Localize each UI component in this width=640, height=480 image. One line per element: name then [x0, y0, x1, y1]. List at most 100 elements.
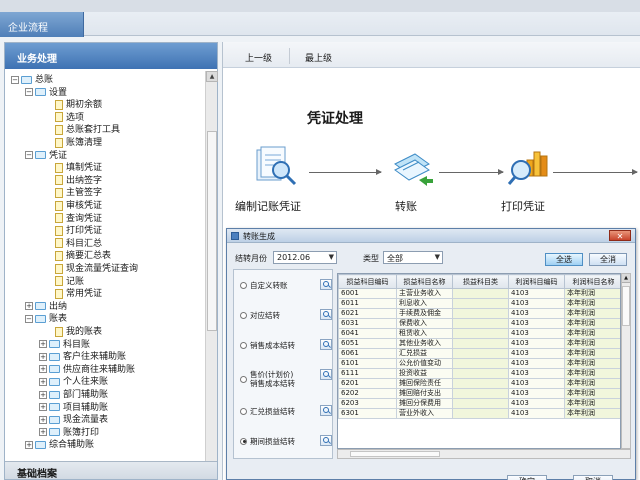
magnifier-chart-icon[interactable]: [507, 144, 551, 190]
radio-icon[interactable]: [240, 375, 247, 383]
tree-item[interactable]: + 客户往来辅助账: [39, 351, 126, 363]
table-row[interactable]: 6001 主营业务收入 4103 本年利润: [338, 288, 620, 299]
tree-item[interactable]: 摘要汇总表: [39, 250, 111, 262]
tree-item[interactable]: 记账: [39, 276, 84, 288]
table-row[interactable]: 6301 营业外收入 4103 本年利润: [338, 408, 620, 419]
prev-level-button[interactable]: 上一级: [245, 51, 272, 64]
step-label-print-voucher[interactable]: 打印凭证: [501, 198, 545, 214]
search-icon[interactable]: [320, 435, 332, 446]
tree-item[interactable]: 常用凭证: [39, 288, 102, 300]
column-header[interactable]: 损益科目名称: [396, 274, 453, 289]
radio-icon[interactable]: [240, 341, 247, 349]
search-icon[interactable]: [320, 309, 332, 320]
expand-icon[interactable]: +: [39, 428, 47, 437]
tree-item[interactable]: 审核凭证: [39, 200, 102, 212]
tree-item[interactable]: + 供应商往来辅助账: [39, 364, 135, 376]
transfer-option[interactable]: 售价(计划价) 销售成本结转: [240, 370, 295, 388]
table-row[interactable]: 6101 公允价值变动 4103 本年利润: [338, 358, 620, 369]
table-row[interactable]: 6051 其他业务收入 4103 本年利润: [338, 338, 620, 349]
tree-item[interactable]: 查询凭证: [39, 213, 102, 225]
expand-icon[interactable]: +: [39, 415, 47, 424]
scroll-up-icon[interactable]: ▲: [622, 274, 630, 283]
type-select[interactable]: 全部 ▼: [383, 251, 443, 264]
expand-icon[interactable]: +: [25, 440, 33, 449]
transfer-option[interactable]: 对应结转: [240, 310, 280, 320]
column-header[interactable]: 损益科目编码: [338, 274, 397, 289]
tree-item[interactable]: + 项目辅助账: [39, 402, 108, 414]
top-level-button[interactable]: 最上级: [305, 51, 332, 64]
tree-item[interactable]: 科目汇总: [39, 238, 102, 250]
tree-item[interactable]: − 设置: [25, 87, 67, 99]
expand-icon[interactable]: +: [39, 352, 47, 361]
collapse-icon[interactable]: −: [25, 314, 33, 323]
search-icon[interactable]: [320, 369, 332, 380]
collapse-icon[interactable]: −: [25, 151, 33, 160]
collapse-icon[interactable]: −: [25, 88, 33, 97]
search-icon[interactable]: [320, 339, 332, 350]
basic-archive-header[interactable]: 基础档案: [5, 461, 217, 480]
step-label-create-voucher[interactable]: 编制记账凭证: [235, 198, 301, 214]
table-row[interactable]: 6041 租赁收入 4103 本年利润: [338, 328, 620, 339]
magnifier-document-icon[interactable]: [253, 146, 301, 192]
transfer-option[interactable]: 期间损益结转: [240, 436, 295, 446]
tree-scrollbar[interactable]: ▲: [205, 71, 218, 479]
cancel-button[interactable]: 取消: [573, 475, 613, 480]
transfer-document-icon[interactable]: [389, 146, 435, 190]
table-row[interactable]: 6203 摊回分保费用 4103 本年利润: [338, 398, 620, 409]
step-label-transfer[interactable]: 转账: [395, 198, 417, 214]
tree-item[interactable]: 总账套打工具: [39, 124, 120, 136]
tree-item[interactable]: 账簿清理: [39, 137, 102, 149]
ok-button[interactable]: 确定: [507, 475, 547, 480]
transfer-option[interactable]: 销售成本结转: [240, 340, 295, 350]
search-icon[interactable]: [320, 405, 332, 416]
table-row[interactable]: 6111 投资收益 4103 本年利润: [338, 368, 620, 379]
tree-item[interactable]: + 部门辅助账: [39, 389, 108, 401]
tree-item[interactable]: 现金流量凭证查询: [39, 263, 138, 275]
dialog-titlebar[interactable]: 转账生成 ✕: [227, 229, 635, 243]
scroll-thumb[interactable]: [622, 286, 630, 326]
tree-item[interactable]: + 现金流量表: [39, 414, 108, 426]
expand-icon[interactable]: +: [39, 377, 47, 386]
transfer-option[interactable]: 汇兑损益结转: [240, 406, 295, 416]
tree-item[interactable]: + 账簿打印: [39, 427, 99, 439]
tree-item[interactable]: 出纳签字: [39, 175, 102, 187]
expand-icon[interactable]: +: [39, 340, 47, 349]
column-header[interactable]: 损益科目类: [452, 274, 509, 289]
tab-enterprise-flow[interactable]: 企业流程: [0, 12, 84, 37]
table-row[interactable]: 6021 手续费及佣金 4103 本年利润: [338, 308, 620, 319]
month-select[interactable]: 2012.06 ▼: [273, 251, 337, 264]
tree-item[interactable]: + 科目账: [39, 339, 90, 351]
table-row[interactable]: 6031 保费收入 4103 本年利润: [338, 318, 620, 329]
grid-vertical-scrollbar[interactable]: ▲: [621, 273, 631, 449]
expand-icon[interactable]: +: [25, 302, 33, 311]
table-row[interactable]: 6011 利息收入 4103 本年利润: [338, 298, 620, 309]
grid-horizontal-scrollbar[interactable]: [337, 449, 631, 459]
tree-item[interactable]: 填制凭证: [39, 162, 102, 174]
transfer-option[interactable]: 自定义转账: [240, 280, 288, 290]
table-row[interactable]: 6201 摊回保险责任 4103 本年利润: [338, 378, 620, 389]
tree-item[interactable]: + 个人往来账: [39, 376, 108, 388]
radio-icon[interactable]: [240, 281, 247, 289]
column-header[interactable]: 利润科目编码: [508, 274, 565, 289]
radio-icon[interactable]: [240, 437, 247, 445]
column-header[interactable]: 利润科目名称: [564, 274, 620, 289]
tree-item[interactable]: 主管签字: [39, 187, 102, 199]
close-icon[interactable]: ✕: [609, 230, 631, 241]
expand-icon[interactable]: +: [39, 390, 47, 399]
tree-item[interactable]: 期初余额: [39, 99, 102, 111]
tree-item[interactable]: − 凭证: [25, 150, 67, 162]
tree-item[interactable]: 选项: [39, 112, 84, 124]
select-all-button[interactable]: 全选: [545, 253, 583, 266]
tree-item[interactable]: + 出纳: [25, 301, 67, 313]
collapse-icon[interactable]: −: [11, 75, 19, 84]
scroll-thumb[interactable]: [207, 131, 217, 331]
deselect-all-button[interactable]: 全消: [589, 253, 627, 266]
tree-item[interactable]: + 综合辅助账: [25, 439, 94, 451]
scroll-up-icon[interactable]: ▲: [206, 71, 218, 82]
radio-icon[interactable]: [240, 311, 247, 319]
table-row[interactable]: 6061 汇兑损益 4103 本年利润: [338, 348, 620, 359]
radio-icon[interactable]: [240, 407, 247, 415]
tree-item[interactable]: − 总账: [11, 74, 53, 86]
expand-icon[interactable]: +: [39, 365, 47, 374]
search-icon[interactable]: [320, 279, 332, 290]
